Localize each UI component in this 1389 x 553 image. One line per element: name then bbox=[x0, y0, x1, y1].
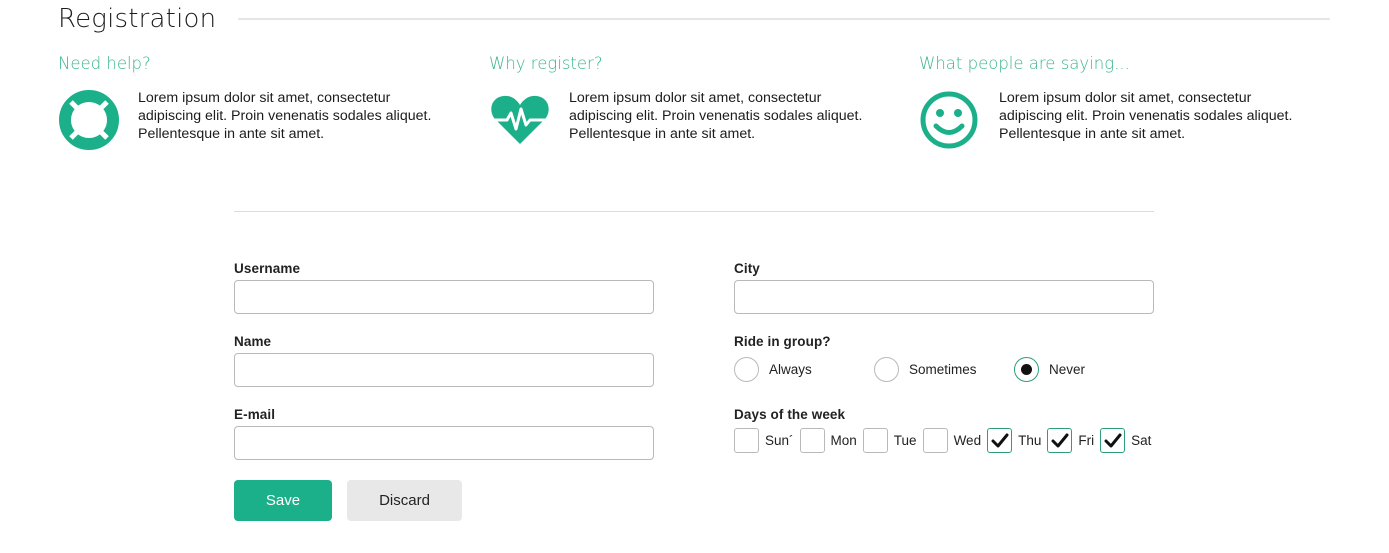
ride-options: Always Sometimes Never bbox=[734, 357, 1085, 382]
day-label: Sat bbox=[1131, 433, 1152, 448]
day-label: Tue bbox=[893, 433, 917, 448]
day-mon[interactable]: Mon bbox=[799, 428, 857, 453]
radio-label: Sometimes bbox=[909, 362, 977, 377]
day-sat[interactable]: Sat bbox=[1100, 428, 1151, 453]
email-input[interactable] bbox=[234, 426, 654, 460]
info-heading: What people are saying... bbox=[919, 54, 1130, 73]
day-label: Wed bbox=[953, 433, 982, 448]
info-heading: Why register? bbox=[489, 54, 603, 73]
day-label: Fri bbox=[1078, 433, 1095, 448]
checkbox[interactable] bbox=[799, 428, 825, 453]
checkbox[interactable] bbox=[922, 428, 948, 453]
city-input[interactable] bbox=[734, 280, 1154, 314]
check-icon bbox=[991, 433, 1009, 448]
info-testimonials: What people are saying... Lorem ipsum do… bbox=[919, 54, 1299, 151]
check-icon bbox=[1104, 433, 1122, 448]
ride-option-never[interactable]: Never bbox=[1014, 357, 1085, 382]
ride-label: Ride in group? bbox=[734, 334, 831, 349]
title-divider bbox=[238, 18, 1330, 20]
city-label: City bbox=[734, 261, 760, 276]
day-sun[interactable]: Sun´ bbox=[734, 428, 794, 453]
day-label: Sun´ bbox=[765, 433, 794, 448]
username-label: Username bbox=[234, 261, 301, 276]
days-options: Sun´ Mon Tue Wed Thu Fri Sat bbox=[734, 428, 1157, 453]
radio-label: Never bbox=[1049, 362, 1086, 377]
city-field-group: City bbox=[734, 261, 1154, 314]
checkbox[interactable] bbox=[734, 428, 759, 453]
heartbeat-icon bbox=[489, 95, 551, 144]
name-label: Name bbox=[234, 334, 272, 349]
days-group: Days of the week Sun´ Mon Tue Wed Thu Fr… bbox=[734, 407, 1157, 453]
ride-group: Ride in group? Always Sometimes Never bbox=[734, 334, 1085, 382]
email-field-group: E-mail bbox=[234, 407, 654, 460]
name-field-group: Name bbox=[234, 334, 654, 387]
checkbox[interactable] bbox=[1047, 428, 1073, 453]
discard-button[interactable]: Discard bbox=[347, 480, 462, 521]
day-wed[interactable]: Wed bbox=[922, 428, 982, 453]
ride-option-sometimes[interactable]: Sometimes bbox=[874, 357, 1014, 382]
info-text: Lorem ipsum dolor sit amet, consectetur … bbox=[138, 90, 432, 142]
radio-button[interactable] bbox=[874, 357, 899, 382]
username-input[interactable] bbox=[234, 280, 654, 314]
checkbox[interactable] bbox=[987, 428, 1013, 453]
page-title: Registration bbox=[58, 4, 217, 34]
checkbox[interactable] bbox=[862, 428, 888, 453]
smiley-icon bbox=[920, 91, 978, 149]
check-icon bbox=[1051, 433, 1069, 448]
info-heading: Need help? bbox=[58, 54, 151, 73]
day-tue[interactable]: Tue bbox=[862, 428, 917, 453]
section-divider bbox=[234, 211, 1154, 212]
info-text: Lorem ipsum dolor sit amet, consectetur … bbox=[999, 90, 1293, 142]
day-label: Mon bbox=[830, 433, 857, 448]
days-label: Days of the week bbox=[734, 407, 846, 422]
radio-button[interactable] bbox=[734, 357, 759, 382]
save-button[interactable]: Save bbox=[234, 480, 332, 521]
username-field-group: Username bbox=[234, 261, 654, 314]
day-fri[interactable]: Fri bbox=[1047, 428, 1094, 453]
ride-option-always[interactable]: Always bbox=[734, 357, 874, 382]
day-label: Thu bbox=[1018, 433, 1042, 448]
radio-button[interactable] bbox=[1014, 357, 1039, 382]
info-why-register: Why register? Lorem ipsum dolor sit amet… bbox=[489, 54, 869, 151]
lifebuoy-icon bbox=[59, 90, 119, 150]
checkbox[interactable] bbox=[1100, 428, 1126, 453]
page-header: Registration bbox=[58, 2, 1330, 36]
day-thu[interactable]: Thu bbox=[987, 428, 1041, 453]
radio-label: Always bbox=[769, 362, 812, 377]
email-label: E-mail bbox=[234, 407, 276, 422]
info-need-help: Need help? Lorem ipsum dolor sit amet, c… bbox=[58, 54, 438, 151]
info-text: Lorem ipsum dolor sit amet, consectetur … bbox=[569, 90, 863, 142]
name-input[interactable] bbox=[234, 353, 654, 387]
